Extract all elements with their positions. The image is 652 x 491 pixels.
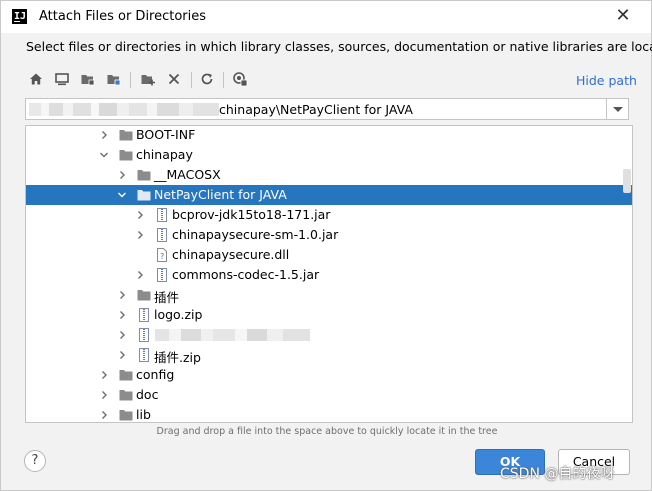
new-folder-icon[interactable]: [139, 70, 157, 88]
tree-item-label: chinapay: [136, 147, 193, 162]
intellij-app-icon: IJ: [12, 9, 27, 24]
folder-icon: [119, 148, 133, 162]
tree-row[interactable]: BOOT-INF: [26, 126, 632, 145]
tree-row[interactable]: doc: [26, 385, 632, 405]
archive-icon: [137, 308, 151, 322]
module-icon[interactable]: [105, 70, 123, 88]
tree-scrollbar[interactable]: [623, 169, 631, 193]
delete-icon[interactable]: [165, 70, 183, 88]
folder-icon: [119, 368, 133, 382]
path-obscured-prefix: [29, 103, 219, 116]
tree-item-label: chinapaysecure-sm-1.0.jar: [172, 227, 339, 242]
tree-item-label: 插件: [154, 290, 180, 305]
tree-row[interactable]: __MACOSX: [26, 165, 632, 185]
show-hidden-icon[interactable]: [231, 70, 249, 88]
chevron-down-icon[interactable]: [117, 190, 127, 200]
path-input[interactable]: chinapay\NetPayClient for JAVA: [25, 98, 629, 120]
svg-text:?: ?: [160, 252, 164, 261]
tree-row[interactable]: 插件: [26, 285, 632, 305]
dialog-description: Select files or directories in which lib…: [26, 39, 652, 54]
tree-item-label: config: [136, 367, 175, 382]
tree-row[interactable]: config: [26, 365, 632, 385]
chevron-right-icon[interactable]: [117, 330, 127, 340]
archive-icon: [137, 348, 151, 362]
chevron-down-icon[interactable]: [99, 150, 109, 160]
hide-path-link[interactable]: Hide path: [576, 73, 637, 88]
home-icon[interactable]: [27, 70, 45, 88]
refresh-icon[interactable]: [198, 70, 216, 88]
tree-row[interactable]: chinapay: [26, 145, 632, 165]
drag-drop-hint: Drag and drop a file into the space abov…: [156, 426, 498, 437]
tree-item-label: BOOT-INF: [136, 127, 196, 142]
project-icon[interactable]: [79, 70, 97, 88]
tree-item-label: 插件.zip: [154, 350, 201, 365]
tree-item-label: doc: [136, 387, 159, 402]
desktop-icon[interactable]: [53, 70, 71, 88]
chevron-right-icon[interactable]: [99, 130, 109, 140]
tree-item-label: __MACOSX: [154, 167, 221, 182]
chevron-right-icon[interactable]: [117, 350, 127, 360]
chevron-right-icon[interactable]: [135, 210, 145, 220]
chevron-right-icon[interactable]: [117, 310, 127, 320]
chevron-right-icon[interactable]: [117, 290, 127, 300]
tree-item-label: bcprov-jdk15to18-171.jar: [172, 207, 331, 222]
tree-row[interactable]: logo.zip: [26, 305, 632, 325]
folder-icon: [119, 388, 133, 402]
title-bar: IJ Attach Files or Directories ✕: [1, 1, 651, 33]
tree-row[interactable]: ? chinapaysecure.dll: [26, 245, 632, 265]
tree-row[interactable]: commons-codec-1.5.jar: [26, 265, 632, 285]
chevron-right-icon[interactable]: [99, 370, 109, 380]
help-button[interactable]: ?: [24, 450, 46, 472]
folder-icon: [137, 168, 151, 182]
attach-files-dialog: IJ Attach Files or Directories ✕ Select …: [0, 0, 652, 491]
window-title: Attach Files or Directories: [39, 9, 207, 24]
chevron-right-icon[interactable]: [99, 390, 109, 400]
archive-icon: [155, 208, 169, 222]
chevron-right-icon[interactable]: [99, 410, 109, 420]
file-tree[interactable]: BOOT-INF chinapay __MACOSX NetPayClient for…: [25, 125, 633, 423]
toolbar-separator: [130, 72, 131, 88]
chevron-right-icon[interactable]: [135, 230, 145, 240]
archive-icon: [155, 268, 169, 282]
obscured-file-name: [155, 329, 310, 341]
chevron-right-icon[interactable]: [117, 170, 127, 180]
tree-row[interactable]: [26, 325, 632, 345]
chevron-right-icon[interactable]: [135, 270, 145, 280]
folder-icon: [137, 188, 151, 202]
path-value: chinapay\NetPayClient for JAVA: [219, 102, 413, 117]
path-history-dropdown[interactable]: [606, 99, 628, 119]
archive-icon: [137, 328, 151, 342]
tree-row[interactable]: NetPayClient for JAVA: [26, 185, 632, 205]
toolbar-separator: [223, 72, 224, 88]
tree-row[interactable]: bcprov-jdk15to18-171.jar: [26, 205, 632, 225]
tree-row[interactable]: 插件.zip: [26, 345, 632, 365]
tree-item-label: NetPayClient for JAVA: [154, 187, 287, 202]
folder-icon: [119, 128, 133, 142]
tree-item-label: commons-codec-1.5.jar: [172, 267, 320, 282]
unknown-file-icon: ?: [155, 248, 169, 262]
tree-item-label: logo.zip: [154, 307, 203, 322]
tree-row[interactable]: chinapaysecure-sm-1.0.jar: [26, 225, 632, 245]
tree-item-label: chinapaysecure.dll: [172, 247, 290, 262]
folder-icon: [119, 408, 133, 422]
csdn-watermark: CSDN @自的夜呀: [500, 466, 615, 482]
folder-icon: [137, 288, 151, 302]
tree-item-label: lib: [136, 407, 151, 422]
archive-icon: [155, 228, 169, 242]
tree-row[interactable]: lib: [26, 405, 632, 422]
toolbar-separator: [191, 72, 192, 88]
close-button[interactable]: ✕: [613, 6, 633, 26]
